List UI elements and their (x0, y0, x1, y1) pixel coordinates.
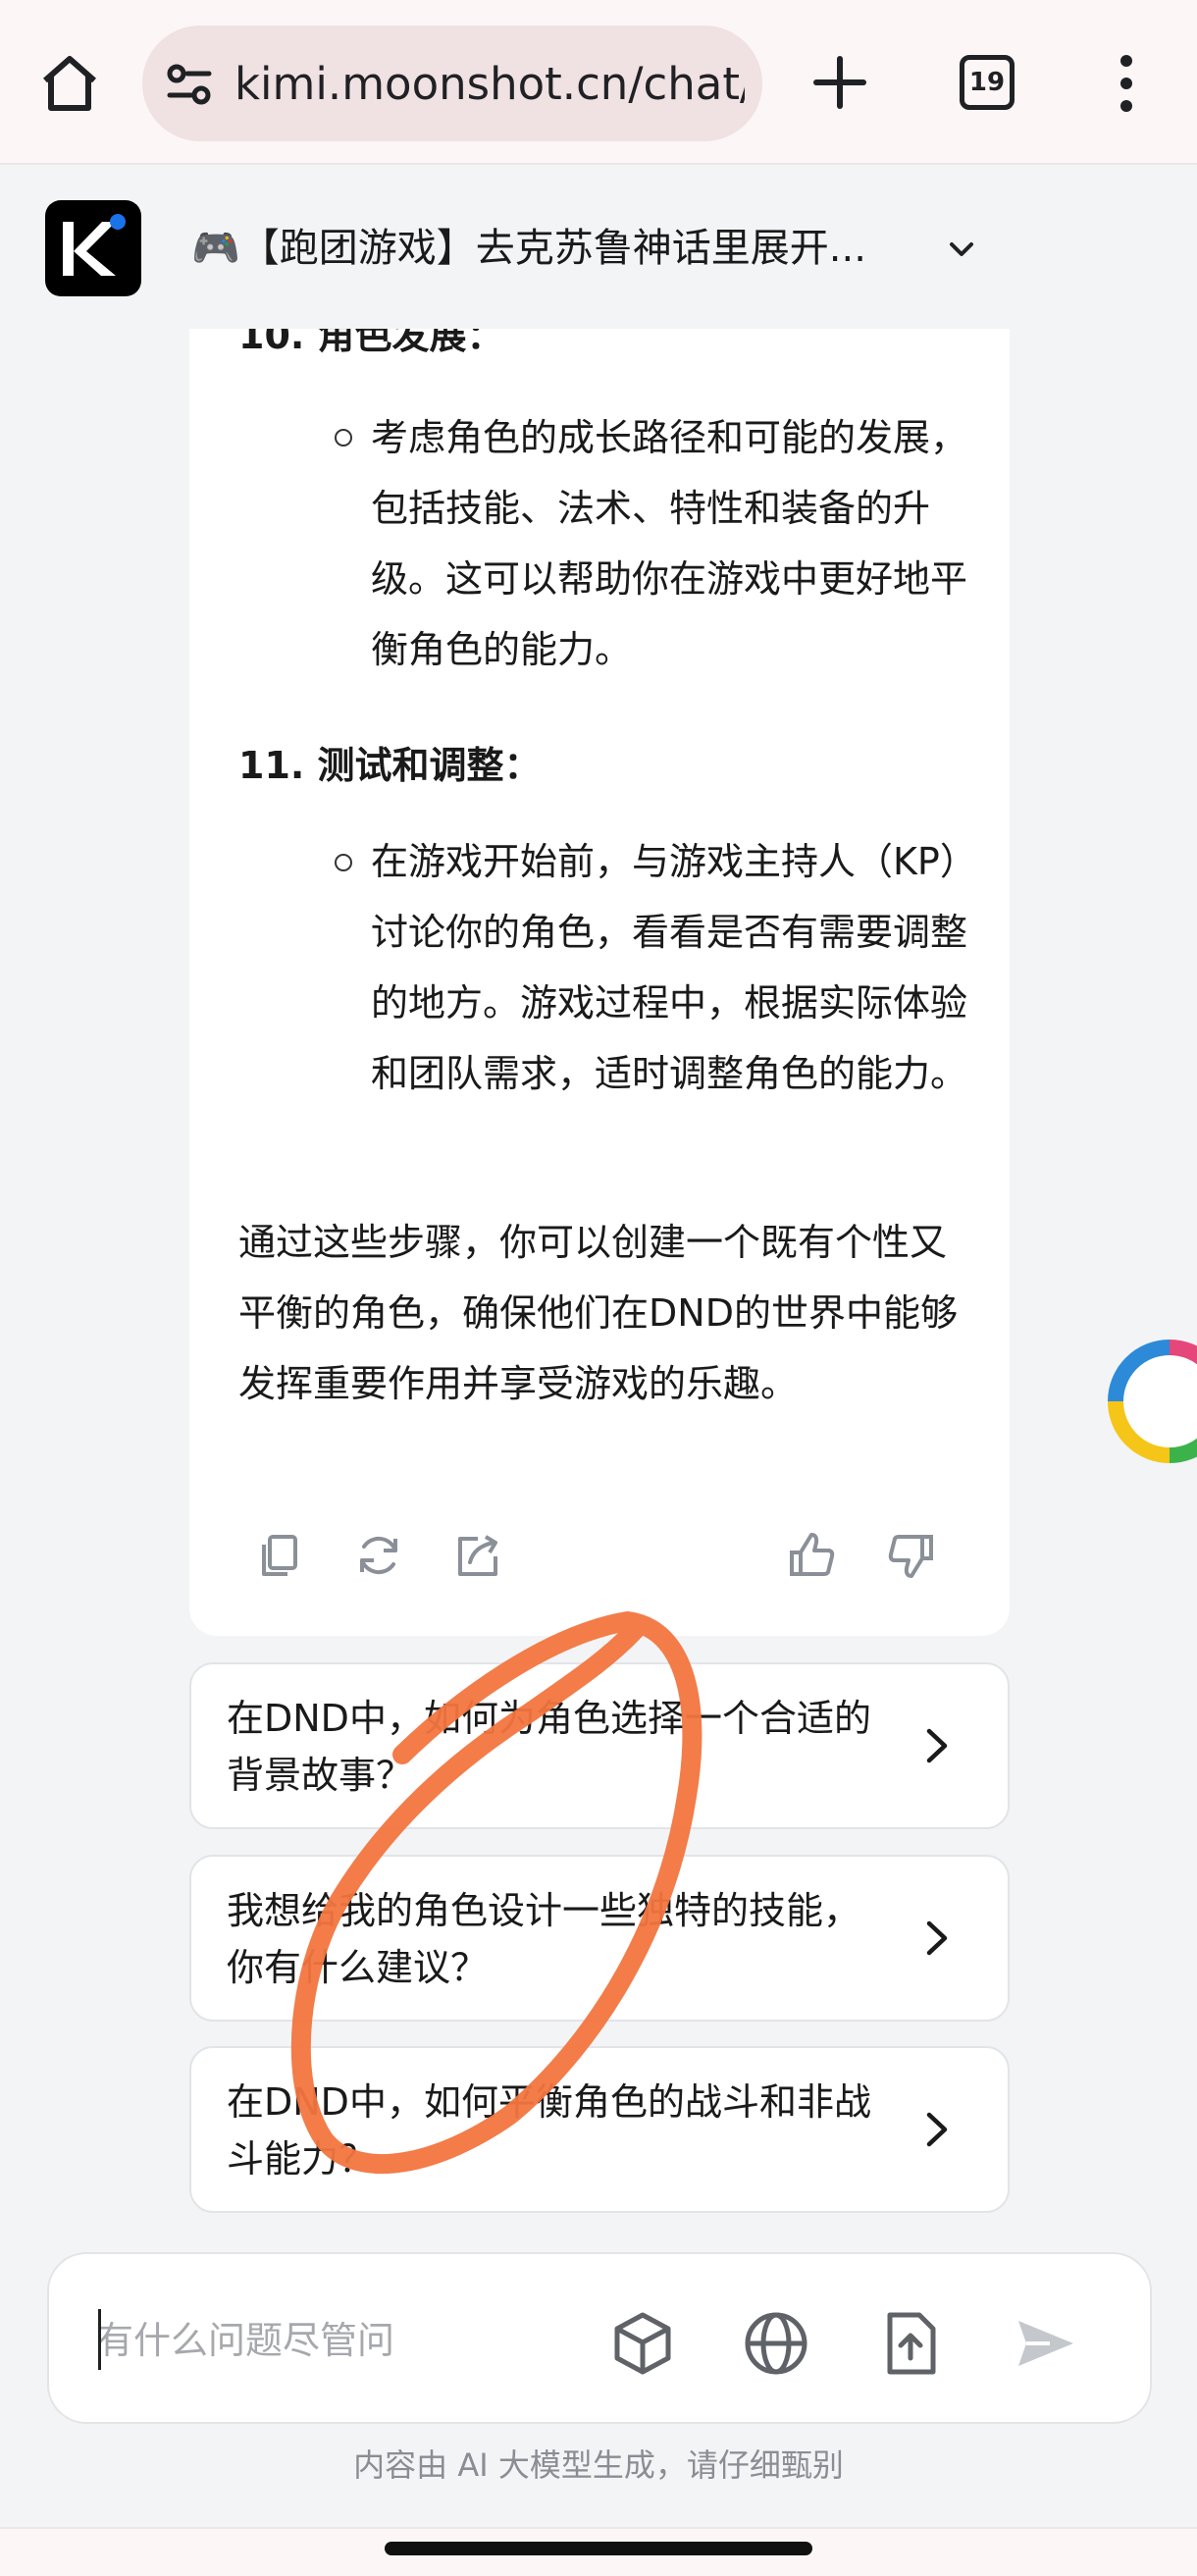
suggestion-card[interactable]: 在DND中，如何为角色选择一个合适的背景故事？ (189, 1662, 1010, 1829)
globe-icon[interactable] (742, 2309, 810, 2378)
chat-input-box (47, 2252, 1152, 2424)
share-icon[interactable] (452, 1529, 505, 1582)
tab-switcher-button[interactable]: 19 (960, 55, 1015, 110)
chat-input[interactable] (96, 2303, 587, 2378)
bullet-circle-icon (335, 854, 352, 871)
suggestion-text: 在DND中，如何为角色选择一个合适的背景故事？ (227, 1697, 871, 1797)
chevron-right-icon (926, 1728, 948, 1763)
suggestion-card[interactable]: 我想给我的角色设计一些独特的技能，你有什么建议？ (189, 1855, 1010, 2022)
new-tab-icon[interactable] (810, 53, 869, 112)
chevron-down-icon[interactable] (942, 230, 981, 269)
upload-icon[interactable] (876, 2309, 945, 2378)
chevron-right-icon (926, 2112, 948, 2147)
more-menu-icon[interactable] (1107, 51, 1146, 116)
copy-icon[interactable] (254, 1529, 307, 1582)
item-bullet-text: 在游戏开始前，与游戏主持人（KP）讨论你的角色，看看是否有需要调整的地方。游戏过… (371, 840, 968, 1095)
home-icon[interactable] (37, 51, 102, 116)
chevron-right-icon (926, 1920, 948, 1956)
ai-disclaimer: 内容由 AI 大模型生成，请仔细甄别 (353, 2446, 844, 2484)
bullet-circle-icon (335, 429, 352, 447)
chat-title[interactable]: 🎮【跑团游戏】去克苏鲁神话里展开... (191, 224, 917, 273)
chat-header: 🎮【跑团游戏】去克苏鲁神话里展开... (0, 167, 1197, 329)
thumbs-up-icon[interactable] (786, 1529, 839, 1582)
site-settings-icon[interactable] (164, 59, 215, 110)
item-heading: 11. 测试和调整： (238, 744, 542, 787)
kimi-logo[interactable] (45, 200, 141, 296)
item-heading: 10. 角色发展： (238, 329, 504, 357)
kimi-logo-mark (63, 214, 126, 276)
suggestion-text: 我想给我的角色设计一些独特的技能，你有什么建议？ (227, 1889, 861, 1989)
cube-icon[interactable] (608, 2309, 677, 2378)
suggestion-card[interactable]: 在DND中，如何平衡角色的战斗和非战斗能力？ (189, 2046, 1010, 2213)
browser-toolbar: kimi.moonshot.cn/chat/c 19 (0, 0, 1197, 165)
thumbs-down-icon[interactable] (884, 1529, 937, 1582)
summary-paragraph: 通过这些步骤，你可以创建一个既有个性又平衡的角色，确保他们在DND的世界中能够发… (238, 1221, 958, 1405)
suggestion-text: 在DND中，如何平衡角色的战斗和非战斗能力？ (227, 2080, 871, 2181)
item-bullet-text: 考虑角色的成长路径和可能的发展，包括技能、法术、特性和装备的升级。这可以帮助你在… (371, 416, 968, 671)
home-indicator[interactable] (385, 2542, 812, 2555)
url-text: kimi.moonshot.cn/chat/c (234, 58, 745, 110)
assistant-message: 10. 角色发展： 考虑角色的成长路径和可能的发展，包括技能、法术、特性和装备的… (189, 329, 1010, 1636)
text-caret (98, 2309, 101, 2370)
floating-assistant-icon[interactable] (1099, 1333, 1197, 1470)
regenerate-icon[interactable] (352, 1529, 405, 1582)
address-bar[interactable]: kimi.moonshot.cn/chat/c (142, 26, 762, 141)
send-icon[interactable] (1011, 2309, 1079, 2378)
